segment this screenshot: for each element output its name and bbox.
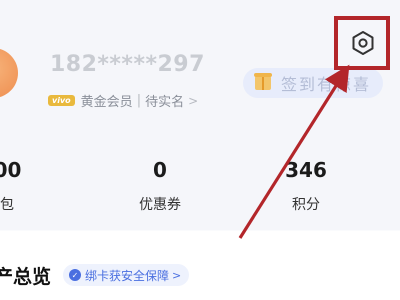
member-level: 黄金会员 [80, 95, 133, 110]
settings-button[interactable] [349, 29, 377, 57]
section-title: 产总览 [0, 265, 52, 288]
vivo-badge: vivo [48, 95, 75, 106]
stat-label: 积分 [292, 197, 320, 213]
signin-label: 签到有惊喜 [281, 75, 372, 94]
chevron-right-icon: > [188, 93, 199, 108]
stat-value: 346 [285, 158, 327, 182]
bind-card-button[interactable]: ✓ 绑卡获安全保障 > [63, 264, 190, 286]
avatar[interactable] [0, 48, 18, 98]
annotation-overlay [238, 16, 390, 239]
bind-card-label: 绑卡获安全保障 [85, 268, 170, 283]
stat-points[interactable]: 346 积分 [276, 158, 336, 214]
verify-status: 待实名 [145, 95, 185, 110]
stat-coupons[interactable]: 0 优惠券 [128, 158, 192, 214]
shield-icon: ✓ [69, 269, 82, 281]
stat-value: .00 [0, 158, 22, 182]
stats-row: .00 红包 0 优惠券 346 积分 [0, 158, 400, 218]
separator: | [136, 93, 142, 108]
stat-label: 优惠券 [139, 197, 181, 213]
stat-label: 红包 [0, 197, 14, 213]
member-info-row[interactable]: vivo 黄金会员 | 待实名 > [48, 91, 198, 110]
stat-value: 0 [153, 158, 167, 182]
signin-button[interactable]: 签到有惊喜 [243, 68, 383, 98]
account-screen: 182*****297 vivo 黄金会员 | 待实名 > 签到有惊喜 .00 … [0, 0, 400, 300]
stat-redpacket[interactable]: .00 红包 [0, 158, 46, 214]
gift-icon [254, 73, 272, 90]
phone-number: 182*****297 [50, 52, 205, 77]
gear-icon [352, 31, 374, 55]
asset-overview-header: 产总览 ✓ 绑卡获安全保障 > [0, 260, 400, 290]
chevron-right-icon: > [172, 268, 182, 282]
